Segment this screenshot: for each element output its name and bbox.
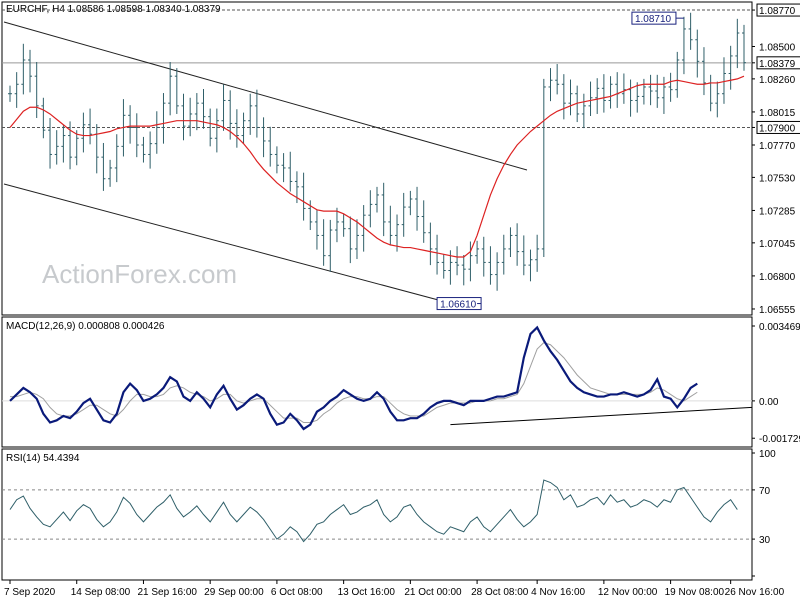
price-axis-label: 1.07285 bbox=[759, 206, 796, 217]
price-axis-label: 1.07045 bbox=[759, 239, 796, 250]
chart-svg: ActionForex.com EURCHF, H4 1.08586 1.085… bbox=[1, 1, 800, 598]
price-callout-label: 1.06610 bbox=[440, 300, 477, 311]
x-axis-label: 6 Oct 08:00 bbox=[271, 587, 323, 598]
x-axis-label: 12 Nov 00:00 bbox=[598, 587, 658, 598]
macd-panel-title: MACD(12,26,9) 0.000808 0.000426 bbox=[6, 321, 165, 332]
rsi-axis-label: 30 bbox=[759, 535, 771, 546]
macd-axis-label: -0.001729 bbox=[759, 434, 800, 445]
x-axis-label: 21 Sep 16:00 bbox=[137, 587, 197, 598]
macd-line bbox=[9, 325, 698, 431]
chart-root: ActionForex.com EURCHF, H4 1.08586 1.085… bbox=[0, 0, 800, 600]
price-callout-label: 1.08710 bbox=[635, 14, 672, 25]
price-axis-label: 1.07900 bbox=[759, 123, 796, 134]
x-axis-label: 21 Oct 00:00 bbox=[404, 587, 462, 598]
price-axis-label: 1.07770 bbox=[759, 141, 796, 152]
macd-axis-label: 0.00 bbox=[759, 397, 779, 408]
price-axis-label: 1.06555 bbox=[759, 305, 796, 316]
price-axis-label: 1.08260 bbox=[759, 75, 796, 86]
rsi-axis-label: 100 bbox=[759, 449, 776, 460]
moving-average-line bbox=[9, 75, 745, 258]
x-axis-label: 14 Sep 08:00 bbox=[71, 587, 131, 598]
x-axis-label: 29 Sep 00:00 bbox=[204, 587, 264, 598]
price-axis-label: 1.08770 bbox=[759, 6, 796, 17]
price-axis-label: 1.06800 bbox=[759, 272, 796, 283]
rsi-panel-title: RSI(14) 54.4394 bbox=[6, 453, 80, 464]
x-axis-label: 4 Nov 16:00 bbox=[531, 587, 585, 598]
macd-axis-label: 0.003469 bbox=[759, 322, 800, 333]
price-axis-label: 1.08015 bbox=[759, 108, 796, 119]
panel-frame-macd bbox=[1, 316, 753, 448]
macd-signal-line bbox=[10, 342, 698, 423]
macd-trendline bbox=[450, 406, 753, 426]
price-axis-label: 1.07530 bbox=[759, 173, 796, 184]
x-axis-label: 28 Oct 08:00 bbox=[471, 587, 529, 598]
x-axis-label: 7 Sep 2020 bbox=[4, 587, 56, 598]
watermark: ActionForex.com bbox=[42, 259, 237, 289]
rsi-axis-label: 70 bbox=[759, 486, 771, 497]
price-axis-label: 1.08500 bbox=[759, 42, 796, 53]
rsi-line bbox=[9, 479, 738, 543]
x-axis-label: 26 Nov 16:00 bbox=[725, 587, 785, 598]
price-axis-label: 1.08379 bbox=[759, 59, 796, 70]
price-panel-title: EURCHF, H4 1.08586 1.08598 1.08340 1.083… bbox=[6, 4, 221, 15]
x-axis-label: 19 Nov 08:00 bbox=[665, 587, 725, 598]
x-axis-label: 13 Oct 16:00 bbox=[338, 587, 396, 598]
channel-upper-line bbox=[3, 21, 528, 171]
channel-lower-line bbox=[3, 183, 473, 310]
